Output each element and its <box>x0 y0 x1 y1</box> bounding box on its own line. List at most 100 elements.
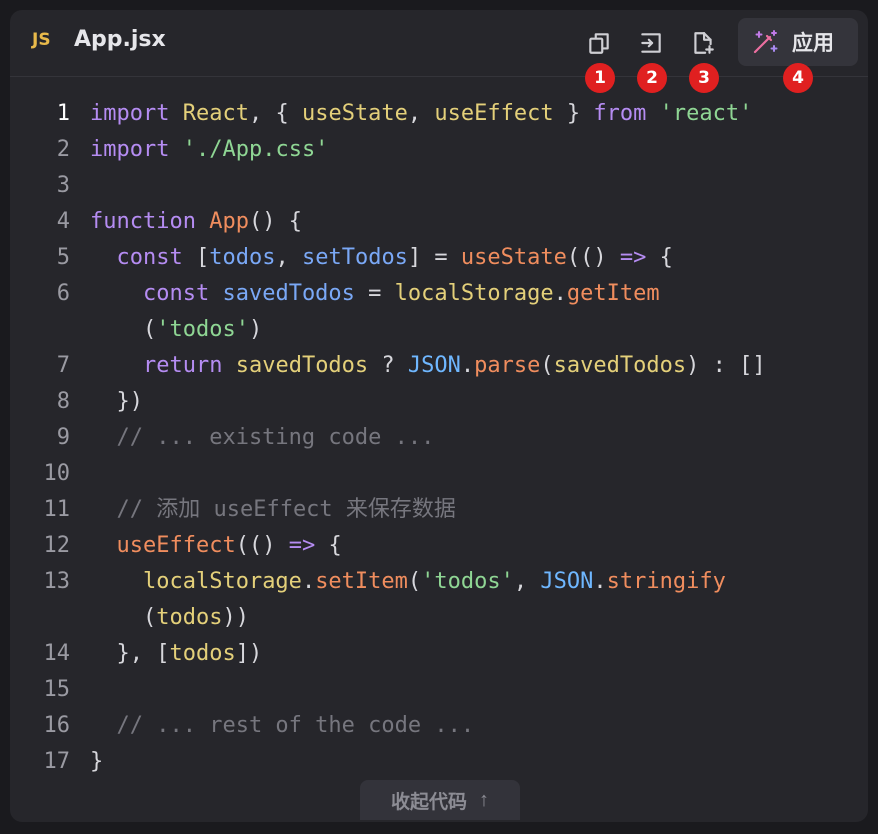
code-token: todos <box>169 641 236 666</box>
code-text: }, [todos]) <box>90 636 262 672</box>
code-token: . <box>553 281 567 306</box>
line-number: 10 <box>43 461 71 486</box>
code-token: => <box>288 533 316 558</box>
code-token: setTodos <box>301 245 408 270</box>
insert-at-cursor-icon <box>641 33 661 53</box>
code-token: // ... existing code ... <box>90 425 435 450</box>
apply-button[interactable]: 应用 <box>738 18 858 66</box>
code-token: savedTodos <box>222 281 355 306</box>
code-token: { <box>646 245 673 270</box>
line-number: 5 <box>56 245 70 270</box>
code-token: const <box>116 245 183 270</box>
code-line: 17} <box>10 744 868 780</box>
code-token: import <box>90 137 170 162</box>
code-block-header: JS App.jsx 应用 1 2 3 4 <box>10 10 868 93</box>
code-token: 'todos' <box>421 569 514 594</box>
code-token: setItem <box>315 569 408 594</box>
code-line: 5 const [todos, setTodos] = useState(() … <box>10 240 868 276</box>
insert-at-cursor-button[interactable] <box>634 26 668 60</box>
code-token: . <box>460 353 475 378</box>
collapse-code-button[interactable]: 收起代码 ↑ <box>360 780 520 820</box>
code-token: , <box>275 245 302 270</box>
file-name: App.jsx <box>74 27 166 52</box>
code-token: // 添加 useEffect 来保存数据 <box>90 497 456 522</box>
line-number: 14 <box>43 641 71 666</box>
code-text: // ... rest of the code ... <box>90 708 474 744</box>
code-text: const [todos, setTodos] = useState(() =>… <box>90 240 673 276</box>
line-number: 4 <box>56 209 70 234</box>
line-number: 9 <box>56 425 70 450</box>
code-token: , <box>407 101 435 126</box>
line-number: 7 <box>56 353 70 378</box>
line-number: 3 <box>56 173 70 198</box>
code-token: './App.css' <box>182 137 329 162</box>
line-number: 13 <box>43 569 71 594</box>
code-token: }, [ <box>90 641 170 666</box>
copy-icon <box>589 33 609 54</box>
code-text: import './App.css' <box>90 132 328 168</box>
code-token: stringify <box>606 569 726 594</box>
code-token: import <box>90 101 170 126</box>
code-line: 9 // ... existing code ... <box>10 420 868 456</box>
language-badge: JS <box>32 30 51 50</box>
code-line: 4 function App() { <box>10 204 868 240</box>
code-token: ( <box>540 353 554 378</box>
annotation-badge: 2 <box>637 63 667 93</box>
new-file-button[interactable] <box>686 26 720 60</box>
code-text: return savedTodos ? JSON.parse(savedTodo… <box>90 348 766 384</box>
annotation-badge: 3 <box>689 63 719 93</box>
code-token: ) <box>248 317 263 342</box>
code-token: [ <box>182 245 210 270</box>
code-token: localStorage <box>142 569 302 594</box>
line-number: 12 <box>43 533 71 558</box>
code-token: useState <box>460 245 567 270</box>
code-token: . <box>593 569 607 594</box>
code-line: 15 <box>10 672 868 708</box>
line-number: 15 <box>43 677 71 702</box>
code-token: ( <box>90 317 157 342</box>
magic-wand-icon <box>753 30 778 54</box>
annotation-badge: 4 <box>783 63 813 93</box>
code-line: 6 const savedTodos = localStorage.getIte… <box>10 276 868 312</box>
line-number: 16 <box>43 713 71 738</box>
code-token: } <box>90 749 104 774</box>
code-line: 12 useEffect(() => { <box>10 528 868 564</box>
code-line: 7 return savedTodos ? JSON.parse(savedTo… <box>10 348 868 384</box>
apply-label: 应用 <box>792 31 834 55</box>
code-token: JSON <box>407 353 461 378</box>
code-token: } <box>553 101 594 126</box>
line-number: 1 <box>56 101 70 126</box>
code-token: localStorage <box>394 281 554 306</box>
code-token: App <box>209 209 249 234</box>
code-token: . <box>301 569 316 594</box>
code-text: useEffect(() => { <box>90 528 342 564</box>
arrow-up-icon: ↑ <box>479 788 489 811</box>
code-area[interactable]: 1 import React, { useState, useEffect } f… <box>10 96 868 780</box>
code-text: } <box>90 744 103 780</box>
code-text: localStorage.setItem('todos', JSON.strin… <box>90 564 726 600</box>
code-token: const <box>142 281 210 306</box>
code-token: )) <box>222 605 249 630</box>
code-token: useEffect <box>116 533 236 558</box>
code-line: 3 <box>10 168 868 204</box>
code-token: useState <box>301 101 408 126</box>
code-line: 14 }, [todos]) <box>10 636 868 672</box>
code-text: // ... existing code ... <box>90 420 434 456</box>
line-number: 11 <box>43 497 71 522</box>
code-line: 11 // 添加 useEffect 来保存数据 <box>10 492 868 528</box>
line-number: 6 <box>56 281 70 306</box>
code-block-card: JS App.jsx 应用 1 2 3 4 1 import React, {… <box>10 10 868 822</box>
code-token: savedTodos <box>553 353 687 378</box>
collapse-code-label: 收起代码 <box>390 791 467 813</box>
copy-button[interactable] <box>582 26 616 60</box>
code-text: ('todos') <box>90 312 262 348</box>
code-token: todos <box>209 245 276 270</box>
code-line: ('todos') <box>10 312 868 348</box>
code-token: (() <box>566 245 620 270</box>
